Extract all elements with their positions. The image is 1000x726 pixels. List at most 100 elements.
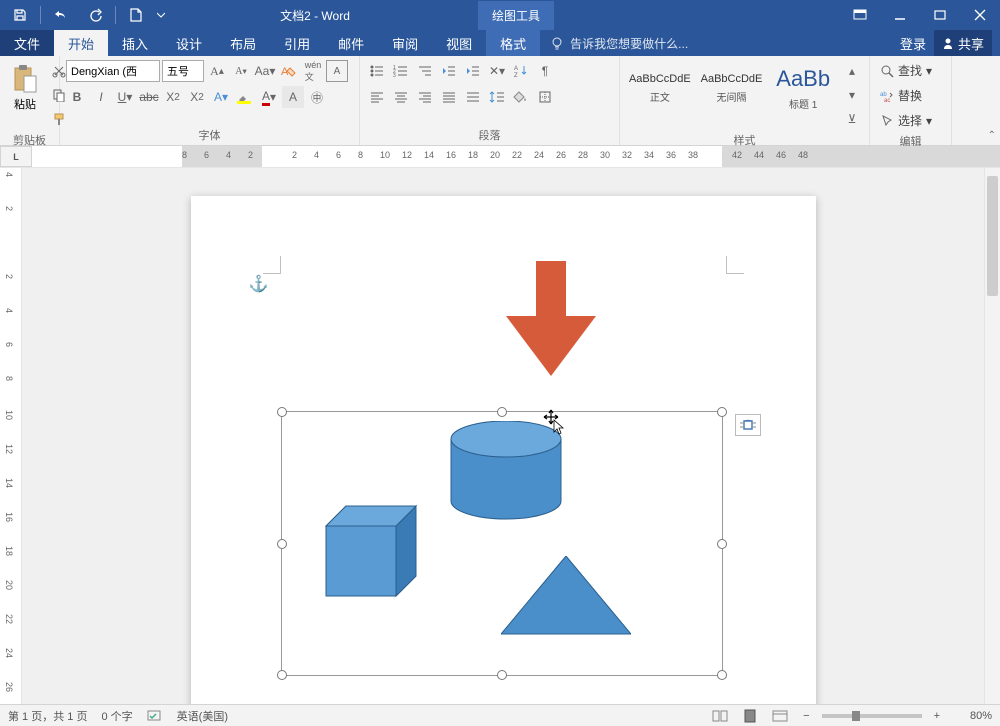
page-scroll-container[interactable]: ⚓ bbox=[22, 168, 984, 704]
paste-button[interactable]: 粘贴 bbox=[6, 60, 44, 130]
increase-font-button[interactable]: A▴ bbox=[206, 60, 228, 82]
tab-view[interactable]: 视图 bbox=[432, 30, 486, 56]
tab-home[interactable]: 开始 bbox=[54, 30, 108, 56]
horizontal-ruler[interactable]: 8642246810121416182022242628303234363842… bbox=[182, 146, 1000, 167]
zoom-out-button[interactable]: − bbox=[799, 710, 813, 722]
styles-scroll-down[interactable]: ▾ bbox=[841, 84, 863, 106]
vertical-ruler[interactable]: 422468101214161820222426 bbox=[0, 168, 22, 704]
line-spacing-button[interactable] bbox=[486, 86, 508, 108]
shading-button[interactable] bbox=[510, 86, 532, 108]
phonetic-guide-button[interactable]: wén文 bbox=[302, 60, 324, 82]
style-normal[interactable]: AaBbCcDdE 正文 bbox=[626, 60, 694, 116]
styles-scroll-up[interactable]: ▴ bbox=[841, 60, 863, 82]
font-family-select[interactable] bbox=[66, 60, 160, 82]
show-marks-button[interactable]: ¶ bbox=[534, 60, 556, 82]
share-button[interactable]: 共享 bbox=[934, 30, 992, 57]
zoom-in-button[interactable]: + bbox=[930, 710, 944, 722]
undo-button[interactable] bbox=[45, 1, 77, 29]
maximize-button[interactable] bbox=[920, 0, 960, 30]
replace-button[interactable]: abac 替换 bbox=[876, 85, 945, 106]
decrease-font-button[interactable]: A▾ bbox=[230, 60, 252, 82]
arrow-shape[interactable] bbox=[501, 261, 601, 376]
tab-layout[interactable]: 布局 bbox=[216, 30, 270, 56]
print-layout-button[interactable] bbox=[739, 707, 761, 725]
enclose-char-button[interactable]: ㊥ bbox=[306, 86, 328, 108]
web-layout-button[interactable] bbox=[769, 707, 791, 725]
clear-format-button[interactable]: A bbox=[278, 60, 300, 82]
page-indicator[interactable]: 第 1 页，共 1 页 bbox=[8, 708, 87, 724]
cylinder-shape[interactable] bbox=[446, 421, 566, 521]
increase-indent-button[interactable] bbox=[462, 60, 484, 82]
tell-me-search[interactable]: 告诉我您想要做什么... bbox=[550, 30, 688, 56]
char-border-button[interactable]: A bbox=[326, 60, 348, 82]
collapse-ribbon-button[interactable]: ⌃ bbox=[988, 130, 996, 141]
align-center-button[interactable] bbox=[390, 86, 412, 108]
resize-handle[interactable] bbox=[497, 407, 507, 417]
layout-options-button[interactable] bbox=[735, 414, 761, 436]
resize-handle[interactable] bbox=[277, 539, 287, 549]
resize-handle[interactable] bbox=[717, 539, 727, 549]
tab-insert[interactable]: 插入 bbox=[108, 30, 162, 56]
bold-button[interactable]: B bbox=[66, 86, 88, 108]
distribute-button[interactable] bbox=[462, 86, 484, 108]
ribbon-options-button[interactable] bbox=[840, 0, 880, 30]
bullets-button[interactable] bbox=[366, 60, 388, 82]
justify-button[interactable] bbox=[438, 86, 460, 108]
ruler-tab-selector[interactable]: L bbox=[0, 146, 32, 167]
align-right-button[interactable] bbox=[414, 86, 436, 108]
document-page[interactable]: ⚓ bbox=[191, 196, 816, 704]
spellcheck-icon[interactable] bbox=[147, 709, 163, 723]
char-shading-button[interactable]: A bbox=[282, 86, 304, 108]
select-button[interactable]: 选择 ▾ bbox=[876, 110, 945, 131]
strikethrough-button[interactable]: abc bbox=[138, 86, 160, 108]
styles-expand[interactable]: ⊻ bbox=[841, 108, 863, 130]
qat-customize-button[interactable] bbox=[154, 1, 168, 29]
scrollbar-thumb[interactable] bbox=[987, 176, 998, 296]
redo-button[interactable] bbox=[79, 1, 111, 29]
asian-layout-button[interactable]: ✕▾ bbox=[486, 60, 508, 82]
highlight-button[interactable] bbox=[234, 86, 256, 108]
decrease-indent-button[interactable] bbox=[438, 60, 460, 82]
font-color-button[interactable]: A▾ bbox=[258, 86, 280, 108]
numbering-button[interactable]: 123 bbox=[390, 60, 412, 82]
find-button[interactable]: 查找 ▾ bbox=[876, 60, 945, 81]
resize-handle[interactable] bbox=[717, 407, 727, 417]
style-nospacing[interactable]: AaBbCcDdE 无间隔 bbox=[698, 60, 766, 116]
new-doc-button[interactable] bbox=[120, 1, 152, 29]
tab-references[interactable]: 引用 bbox=[270, 30, 324, 56]
style-heading1[interactable]: AaBb 标题 1 bbox=[769, 60, 837, 116]
font-size-select[interactable] bbox=[162, 60, 204, 82]
multilevel-button[interactable] bbox=[414, 60, 436, 82]
tab-file[interactable]: 文件 bbox=[0, 30, 54, 56]
word-count[interactable]: 0 个字 bbox=[101, 708, 132, 724]
italic-button[interactable]: I bbox=[90, 86, 112, 108]
resize-handle[interactable] bbox=[277, 670, 287, 680]
zoom-thumb[interactable] bbox=[852, 711, 860, 721]
save-button[interactable] bbox=[4, 1, 36, 29]
zoom-slider[interactable] bbox=[822, 714, 922, 718]
tab-format[interactable]: 格式 bbox=[486, 30, 540, 56]
resize-handle[interactable] bbox=[277, 407, 287, 417]
align-left-button[interactable] bbox=[366, 86, 388, 108]
cube-shape[interactable] bbox=[321, 501, 421, 601]
resize-handle[interactable] bbox=[717, 670, 727, 680]
triangle-shape[interactable] bbox=[501, 556, 631, 636]
zoom-level[interactable]: 80% bbox=[952, 710, 992, 722]
read-mode-button[interactable] bbox=[709, 707, 731, 725]
login-link[interactable]: 登录 bbox=[900, 34, 926, 53]
text-effects-button[interactable]: A▾ bbox=[210, 86, 232, 108]
language-indicator[interactable]: 英语(美国) bbox=[177, 708, 228, 724]
tab-design[interactable]: 设计 bbox=[162, 30, 216, 56]
superscript-button[interactable]: X2 bbox=[186, 86, 208, 108]
sort-button[interactable]: AZ bbox=[510, 60, 532, 82]
resize-handle[interactable] bbox=[497, 670, 507, 680]
subscript-button[interactable]: X2 bbox=[162, 86, 184, 108]
minimize-button[interactable] bbox=[880, 0, 920, 30]
tab-mail[interactable]: 邮件 bbox=[324, 30, 378, 56]
close-button[interactable] bbox=[960, 0, 1000, 30]
change-case-button[interactable]: Aa▾ bbox=[254, 60, 276, 82]
borders-button[interactable] bbox=[534, 86, 556, 108]
vertical-scrollbar[interactable] bbox=[984, 168, 1000, 704]
tab-review[interactable]: 审阅 bbox=[378, 30, 432, 56]
underline-button[interactable]: U▾ bbox=[114, 86, 136, 108]
